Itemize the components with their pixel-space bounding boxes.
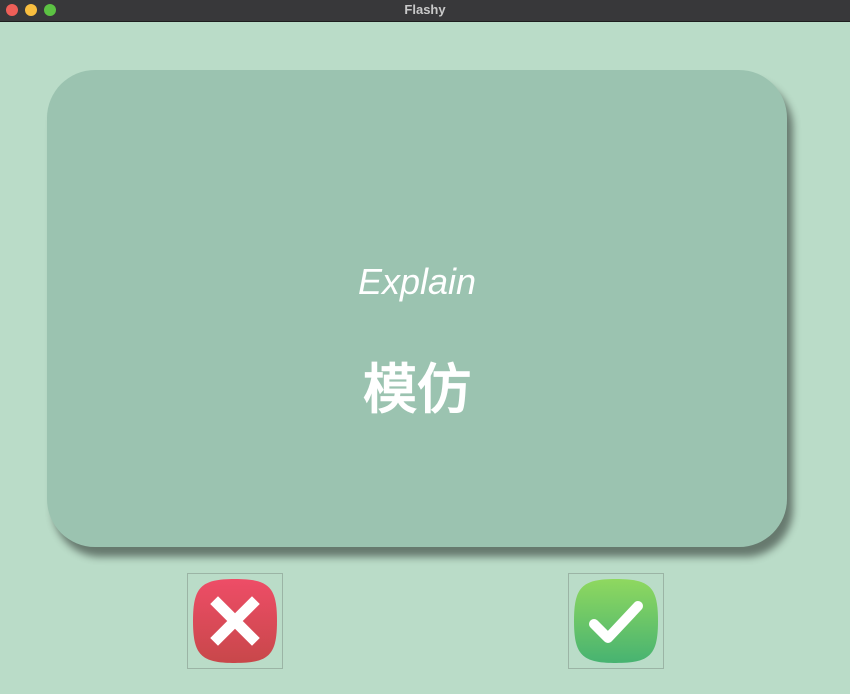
x-mark-icon — [193, 579, 277, 663]
title-bar: Flashy — [0, 0, 850, 22]
card-prompt: Explain — [357, 261, 477, 302]
right-answer-button[interactable] — [568, 573, 664, 669]
window-title: Flashy — [404, 2, 446, 17]
checkmark-icon — [574, 579, 658, 663]
card-word: 模仿 — [363, 358, 471, 421]
flashcard[interactable]: Explain 模仿 — [47, 70, 787, 547]
wrong-answer-button[interactable] — [187, 573, 283, 669]
